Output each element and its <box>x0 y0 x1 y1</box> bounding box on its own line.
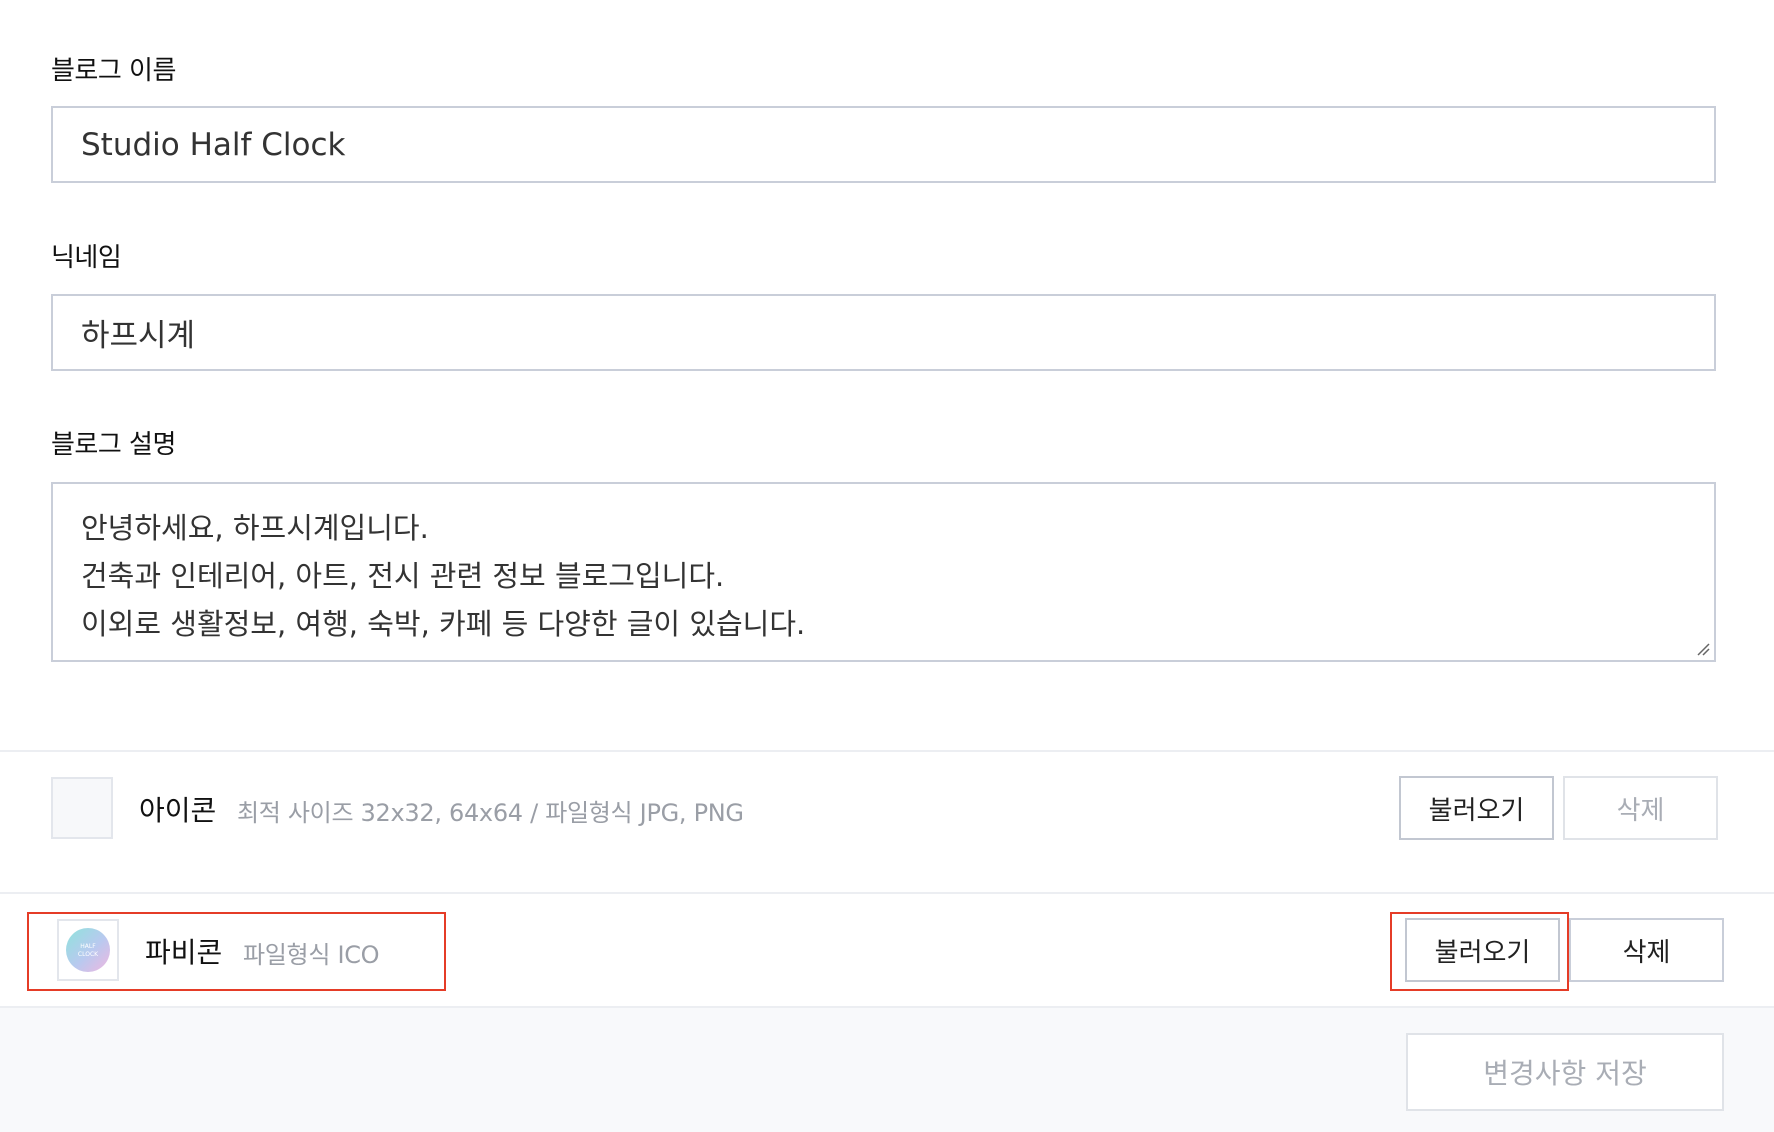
icon-hint: 최적 사이즈 32x32, 64x64 / 파일형식 JPG, PNG <box>237 799 744 827</box>
favicon-thumbnail: HALF CLOCK <box>57 919 119 981</box>
favicon-delete-button[interactable]: 삭제 <box>1569 918 1724 982</box>
logo-text-line1: HALF <box>80 943 96 950</box>
favicon-load-button[interactable]: 불러오기 <box>1405 918 1560 982</box>
description-line: 건축과 인테리어, 아트, 전시 관련 정보 블로그입니다. <box>81 559 725 593</box>
section-divider <box>0 892 1774 894</box>
half-clock-logo-icon: HALF CLOCK <box>66 928 110 972</box>
description-label: 블로그 설명 <box>51 430 176 460</box>
blog-name-label: 블로그 이름 <box>51 56 176 86</box>
save-changes-button[interactable]: 변경사항 저장 <box>1406 1033 1724 1111</box>
blog-name-input[interactable] <box>51 106 1716 183</box>
blog-settings-page: 블로그 이름 닉네임 블로그 설명 안녕하세요, 하프시계입니다. 건축과 인테… <box>0 0 1774 1132</box>
section-divider <box>0 750 1774 752</box>
description-line: 이외로 생활정보, 여행, 숙박, 카페 등 다양한 글이 있습니다. <box>81 607 806 641</box>
favicon-hint: 파일형식 ICO <box>243 941 380 969</box>
icon-thumbnail <box>51 777 113 839</box>
description-textarea[interactable]: 안녕하세요, 하프시계입니다. 건축과 인테리어, 아트, 전시 관련 정보 블… <box>51 482 1716 662</box>
resize-handle-icon[interactable] <box>1696 642 1710 656</box>
icon-load-button[interactable]: 불러오기 <box>1399 776 1554 840</box>
logo-text-line2: CLOCK <box>78 951 99 958</box>
icon-delete-button[interactable]: 삭제 <box>1563 776 1718 840</box>
footer-divider <box>0 1006 1774 1008</box>
favicon-title: 파비콘 <box>145 936 223 969</box>
nickname-label: 닉네임 <box>51 243 122 273</box>
nickname-input[interactable] <box>51 294 1716 371</box>
description-line: 안녕하세요, 하프시계입니다. <box>81 511 429 545</box>
icon-title: 아이콘 <box>139 794 217 827</box>
